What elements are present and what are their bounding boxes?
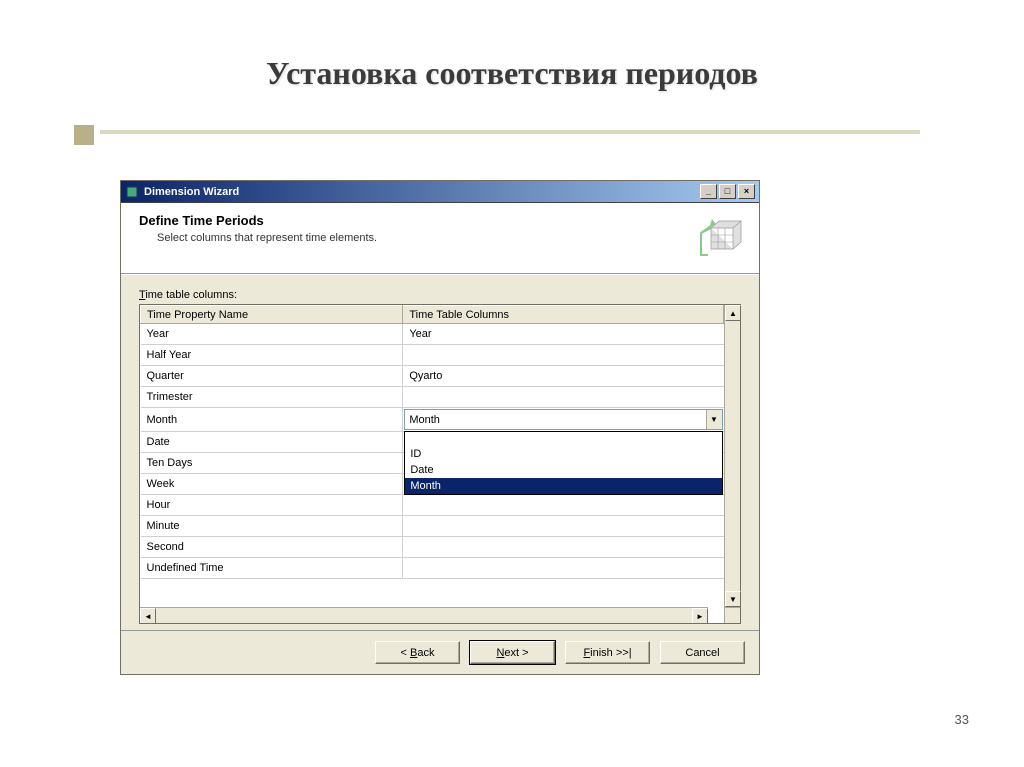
titlebar-text: Dimension Wizard: [144, 186, 700, 198]
next-button[interactable]: Next >: [470, 641, 555, 664]
dropdown-option-id[interactable]: ID: [405, 446, 721, 462]
app-icon: [125, 185, 139, 199]
row-second: Second: [141, 537, 724, 558]
row-quarter: Quarter Qyarto: [141, 366, 724, 387]
row-year: Year Year: [141, 324, 724, 345]
scroll-up-icon[interactable]: ▲: [725, 305, 741, 321]
titlebar[interactable]: Dimension Wizard _ □ ×: [121, 181, 759, 203]
scroll-left-icon[interactable]: ◄: [140, 608, 156, 623]
month-dropdown[interactable]: ID Date Month: [404, 431, 722, 495]
accent-square: [74, 125, 94, 145]
month-combo-value: Month: [405, 414, 705, 426]
row-trimester: Trimester: [141, 387, 724, 408]
wizard-footer: < Back Next > Finish >>| Cancel: [121, 630, 759, 674]
scroll-corner: [725, 607, 740, 623]
accent-line: [100, 130, 920, 134]
wizard-title: Define Time Periods: [139, 213, 741, 228]
month-combo[interactable]: Month ▼: [404, 409, 722, 430]
back-button[interactable]: < Back: [375, 641, 460, 664]
row-undefined-time: Undefined Time: [141, 558, 724, 579]
wizard-header: Define Time Periods Select columns that …: [121, 203, 759, 273]
close-button[interactable]: ×: [738, 184, 755, 199]
wizard-subtitle: Select columns that represent time eleme…: [157, 232, 741, 244]
cube-icon: [697, 211, 747, 266]
chevron-down-icon[interactable]: ▼: [706, 410, 722, 429]
maximize-button[interactable]: □: [719, 184, 736, 199]
dropdown-option-date[interactable]: Date: [405, 462, 721, 478]
dropdown-option-blank[interactable]: [405, 432, 721, 446]
scroll-down-icon[interactable]: ▼: [725, 591, 741, 607]
time-columns-grid: Time Property Name Time Table Columns Ye…: [139, 304, 741, 624]
row-month: Month Month ▼ ID: [141, 408, 724, 432]
horizontal-scrollbar[interactable]: ◄ ►: [140, 607, 708, 623]
cancel-button[interactable]: Cancel: [660, 641, 745, 664]
finish-button[interactable]: Finish >>|: [565, 641, 650, 664]
time-table-columns-label: Time table columns:: [139, 289, 741, 301]
row-hour: Hour: [141, 495, 724, 516]
row-half-year: Half Year: [141, 345, 724, 366]
col-header-value[interactable]: Time Table Columns: [403, 306, 724, 324]
slide-number: 33: [955, 712, 969, 727]
dropdown-option-month[interactable]: Month: [405, 478, 721, 494]
vertical-scrollbar[interactable]: ▲ ▼: [724, 305, 740, 623]
slide-title: Установка соответствия периодов: [0, 0, 1024, 92]
dimension-wizard-dialog: Dimension Wizard _ □ × Define Time Perio…: [120, 180, 760, 675]
row-minute: Minute: [141, 516, 724, 537]
minimize-button[interactable]: _: [700, 184, 717, 199]
scroll-right-icon[interactable]: ►: [692, 608, 708, 623]
col-header-name[interactable]: Time Property Name: [141, 306, 403, 324]
